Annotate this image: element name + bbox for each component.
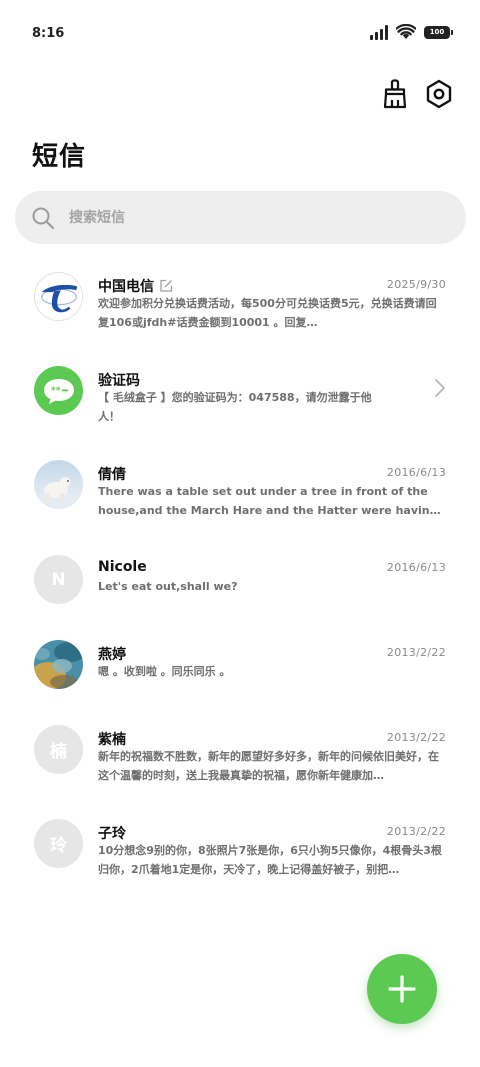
- contact-name-text: 燕婷: [98, 647, 126, 663]
- settings-hex-icon: [426, 79, 452, 109]
- list-item[interactable]: 玲 子玲 2013/2/22 10分想念9别的你，8张照片7张是你，6只小狗5只…: [0, 807, 480, 901]
- avatar: [34, 272, 83, 321]
- message-preview: There was a table set out under a tree i…: [98, 485, 438, 517]
- contact-name-text: 中国电信: [98, 279, 154, 295]
- settings-button[interactable]: [424, 78, 454, 110]
- list-item[interactable]: 楠 紫楠 2013/2/22 新年的祝福数不胜数，新年的愿望好多好多，新年的问候…: [0, 713, 480, 807]
- battery-level: 100: [429, 28, 445, 36]
- contact-name-text: 倩倩: [98, 467, 126, 483]
- wifi-icon: [396, 24, 416, 39]
- battery-icon: 100: [424, 25, 453, 39]
- message-date: 2013/2/22: [386, 731, 446, 744]
- avatar: 楠: [34, 725, 83, 774]
- clean-button[interactable]: [380, 78, 410, 110]
- contact-name-text: 子玲: [98, 826, 126, 842]
- status-bar: 8:16 100: [0, 0, 480, 60]
- contact-name: 中国电信: [98, 276, 173, 296]
- header-actions: [380, 78, 454, 110]
- message-preview: 10分想念9别的你，8张照片7张是你，6只小狗5只像你，4根骨头3根归你，2爪着…: [98, 844, 442, 876]
- message-preview: 【 毛绒盒子 】您的验证码为：047588，请勿泄露于他人！: [98, 391, 372, 423]
- verification-code-icon: **: [43, 378, 74, 404]
- contact-name: Nicole: [98, 559, 147, 575]
- contact-name: 倩倩: [98, 464, 126, 484]
- message-preview: Let's eat out,shall we?: [98, 580, 238, 593]
- painting-photo: [34, 640, 83, 689]
- list-item[interactable]: 中国电信 2025/9/30 欢迎参加积分兑换话费活动，每500分可兑换话费5元…: [0, 260, 480, 354]
- message-preview: 新年的祝福数不胜数，新年的愿望好多好多，新年的问候依旧美好，在这个温馨的时刻，送…: [98, 750, 439, 782]
- message-date: 2016/6/13: [386, 561, 446, 574]
- search-icon: [32, 207, 55, 229]
- message-date: 2016/6/13: [386, 466, 446, 479]
- message-date: 2013/2/22: [386, 825, 446, 838]
- contact-name: 子玲: [98, 823, 126, 843]
- svg-text:**: **: [51, 386, 61, 396]
- message-preview: 嗯 。收到啦 。同乐同乐 。: [98, 665, 231, 678]
- contact-name: 燕婷: [98, 644, 126, 664]
- broom-icon: [383, 79, 407, 109]
- page-title: 短信: [32, 142, 87, 172]
- message-preview: 欢迎参加积分兑换话费活动，每500分可兑换话费5元，兑换话费请回复106或jfd…: [98, 297, 437, 329]
- avatar: 玲: [34, 819, 83, 868]
- contact-name: 紫楠: [98, 729, 126, 749]
- search-bar[interactable]: [15, 191, 466, 244]
- status-time: 8:16: [32, 26, 65, 41]
- contact-name-text: 验证码: [98, 373, 140, 389]
- message-date: 2013/2/22: [386, 646, 446, 659]
- polar-bear-photo: [34, 460, 83, 509]
- status-icons: 100: [370, 24, 453, 40]
- list-item[interactable]: N Nicole 2016/6/13 Let's eat out,shall w…: [0, 543, 480, 637]
- list-item[interactable]: 燕婷 2013/2/22 嗯 。收到啦 。同乐同乐 。: [0, 628, 480, 722]
- plus-icon: [388, 975, 416, 1003]
- avatar: N: [34, 555, 83, 604]
- cell-signal-icon: [370, 24, 388, 40]
- edit-icon: [160, 279, 173, 292]
- chevron-right-icon: [435, 379, 445, 397]
- list-item[interactable]: ** 验证码 【 毛绒盒子 】您的验证码为：047588，请勿泄露于他人！: [0, 354, 480, 448]
- avatar: [34, 640, 83, 689]
- contact-name-text: 紫楠: [98, 732, 126, 748]
- contact-name: 验证码: [98, 370, 140, 390]
- message-date: 2025/9/30: [386, 278, 446, 291]
- new-message-button[interactable]: [367, 954, 437, 1024]
- avatar: **: [34, 366, 83, 415]
- avatar: [34, 460, 83, 509]
- list-item[interactable]: 倩倩 2016/6/13 There was a table set out u…: [0, 448, 480, 542]
- contact-name-text: Nicole: [98, 559, 147, 575]
- china-telecom-logo: [35, 273, 82, 320]
- search-input[interactable]: [67, 208, 411, 227]
